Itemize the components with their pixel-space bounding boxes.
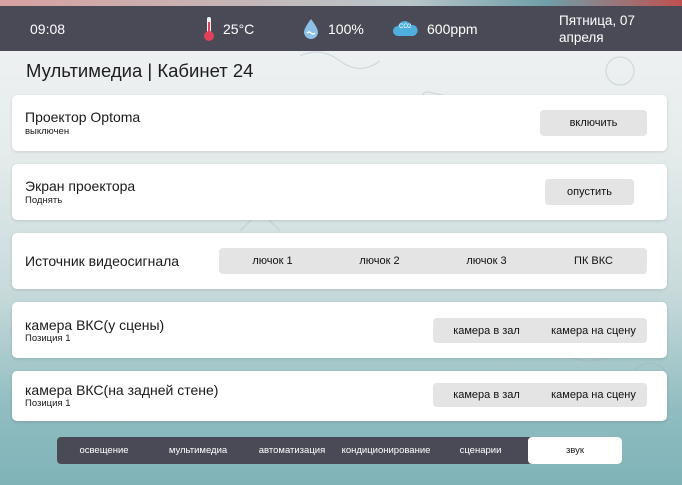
tab-scenarios[interactable]: сценарии [433, 437, 528, 464]
screen-lower-button[interactable]: опустить [545, 179, 634, 205]
camera-back-to-stage-button[interactable]: камера на сцену [540, 383, 647, 407]
camera-stage-to-stage-button[interactable]: камера на сцену [540, 318, 647, 343]
source-option-pc-vks[interactable]: ПК ВКС [540, 248, 647, 274]
thermometer-icon [203, 16, 215, 42]
camera-stage-selector: камера в зал камера на сцену [433, 318, 647, 343]
camera-stage-to-hall-button[interactable]: камера в зал [433, 318, 540, 343]
tab-automation[interactable]: автоматизация [245, 437, 339, 464]
co2-cloud-icon: CO2 [391, 20, 419, 38]
tab-air-conditioning[interactable]: кондиционирование [339, 437, 433, 464]
video-source-card: Источник видеосигнала лючок 1 лючок 2 лю… [12, 233, 667, 289]
source-option-hatch-2[interactable]: лючок 2 [326, 248, 433, 274]
video-source-selector: лючок 1 лючок 2 лючок 3 ПК ВКС [219, 248, 647, 274]
water-drop-icon [302, 18, 320, 40]
video-source-title: Источник видеосигнала [25, 253, 180, 269]
camera-stage-title: камера ВКС(у сцены) [25, 317, 165, 333]
screen-status: Поднять [25, 195, 63, 206]
bottom-nav: освещение мультимедиа автоматизация конд… [57, 437, 622, 464]
clock: 09:08 [30, 20, 66, 37]
humidity-value: 100% [328, 20, 364, 37]
camera-back-position: Позиция 1 [25, 398, 71, 409]
projector-status: выключен [25, 126, 70, 137]
projector-card: Проектор Optoma выключен включить [12, 95, 667, 151]
projector-title: Проектор Optoma [25, 109, 141, 125]
co2-badge-label: CO2 [399, 23, 412, 30]
source-option-hatch-3[interactable]: лючок 3 [433, 248, 540, 274]
camera-stage-position: Позиция 1 [25, 333, 71, 344]
status-bar: 09:08 25°C 100% CO2 600ppm Пятница, 07 а… [0, 6, 682, 51]
source-option-hatch-1[interactable]: лючок 1 [219, 248, 326, 274]
page-title: Мультимедиа | Кабинет 24 [26, 60, 254, 81]
humidity-indicator: 100% [302, 6, 364, 51]
co2-indicator: CO2 600ppm [391, 6, 478, 51]
screen-title: Экран проектора [25, 178, 136, 194]
projector-power-button[interactable]: включить [540, 110, 647, 136]
tab-lighting[interactable]: освещение [57, 437, 151, 464]
temperature-indicator: 25°C [203, 6, 254, 51]
temperature-value: 25°C [223, 20, 255, 37]
tab-multimedia[interactable]: мультимедиа [151, 437, 245, 464]
camera-back-to-hall-button[interactable]: камера в зал [433, 383, 540, 407]
screen-card: Экран проектора Поднять опустить [12, 164, 667, 220]
date-display: Пятница, 07 апреля [559, 12, 635, 45]
camera-back-title: камера ВКС(на задней стене) [25, 382, 219, 398]
camera-stage-card: камера ВКС(у сцены) Позиция 1 камера в з… [12, 302, 667, 358]
camera-back-selector: камера в зал камера на сцену [433, 383, 647, 407]
camera-back-card: камера ВКС(на задней стене) Позиция 1 ка… [12, 371, 667, 421]
tab-sound[interactable]: звук [528, 437, 622, 464]
co2-value: 600ppm [427, 20, 478, 37]
